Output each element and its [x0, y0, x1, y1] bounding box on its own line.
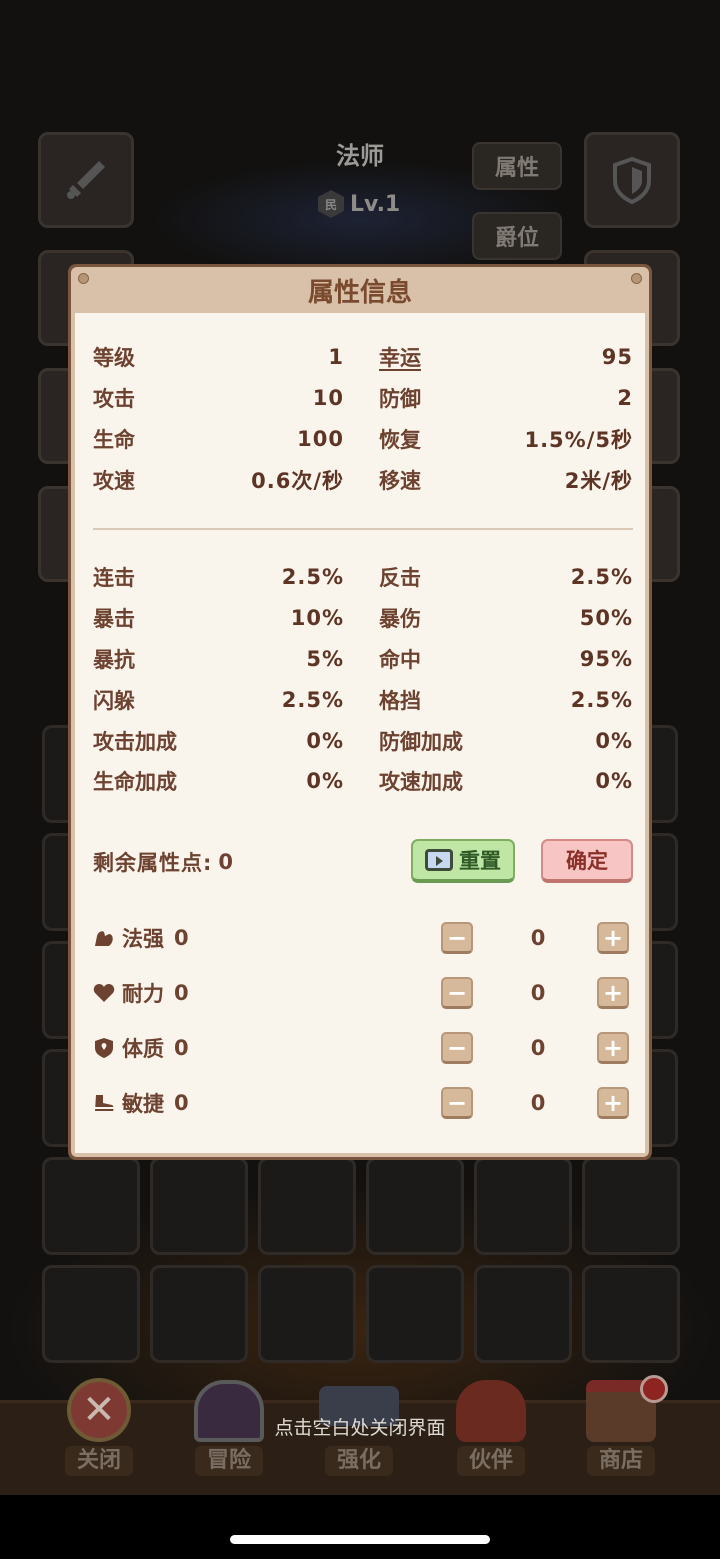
remaining-points-label: 剩余属性点: [93, 851, 213, 875]
inventory-slot[interactable] [366, 1265, 464, 1363]
allocation-row-magic-power: 法强 0 − 0 + [93, 916, 633, 960]
inventory-slot[interactable] [258, 1265, 356, 1363]
allocation-value: 0 [530, 926, 546, 950]
tap-to-close-hint: 点击空白处关闭界面 [274, 1417, 446, 1439]
inventory-slot[interactable] [474, 1265, 572, 1363]
luck-link[interactable]: 幸运 [379, 342, 421, 372]
allocation-value: 0 [530, 981, 546, 1005]
dialog-title: 属性信息 [307, 277, 412, 308]
base-stats-grid: 等级 1 幸运 95 攻击 10 防御 2 生命 100 恢复 1.5%/5秒 … [93, 337, 633, 500]
stat-crit: 暴击 10% [93, 606, 344, 632]
reset-button[interactable]: 重置 [411, 839, 515, 883]
stat-attack: 攻击 10 [93, 386, 344, 412]
stat-attack-bonus: 攻击加成 0% [93, 728, 344, 754]
remaining-points-value: 0 [218, 850, 234, 874]
attribute-info-dialog: 属性信息 等级 1 幸运 95 攻击 10 防御 2 生命 100 恢复 1.5… [68, 264, 652, 1160]
home-indicator[interactable] [230, 1535, 490, 1544]
stat-regen: 恢复 1.5%/5秒 [379, 427, 633, 452]
level-text: Lv.1 [350, 191, 401, 217]
attributes-tab-button[interactable]: 属性 [472, 142, 562, 190]
stat-counter: 反击 2.5% [379, 565, 633, 591]
stat-crit-damage: 暴伤 50% [379, 606, 633, 632]
armor-slot[interactable] [584, 132, 680, 228]
inventory-slot[interactable] [582, 1157, 680, 1255]
increase-button[interactable]: + [597, 977, 629, 1009]
allocation-row-agility: 敏捷 0 − 0 + [93, 1081, 633, 1125]
inventory-slot[interactable] [42, 1265, 140, 1363]
flexed-arm-icon [93, 927, 115, 949]
section-divider [93, 528, 633, 530]
inventory-slot[interactable] [366, 1157, 464, 1255]
title-rank-tab-button[interactable]: 爵位 [472, 212, 562, 260]
stat-level: 等级 1 [93, 345, 344, 371]
stat-attack-speed-bonus: 攻速加成 0% [379, 769, 633, 795]
decrease-button[interactable]: − [441, 977, 473, 1009]
stat-luck[interactable]: 幸运 95 [346, 337, 633, 378]
reset-label: 重置 [459, 849, 501, 873]
inventory-slot[interactable] [42, 1157, 140, 1255]
confirm-button[interactable]: 确定 [541, 839, 633, 883]
nav-label: 关闭 [64, 1446, 133, 1476]
weapon-slot[interactable] [38, 132, 134, 228]
stat-health-bonus: 生命加成 0% [93, 769, 344, 795]
increase-button[interactable]: + [597, 922, 629, 954]
boot-icon [93, 1092, 115, 1114]
increase-button[interactable]: + [597, 1087, 629, 1119]
nav-label: 冒险 [194, 1446, 263, 1476]
inventory-slot[interactable] [474, 1157, 572, 1255]
decrease-button[interactable]: − [441, 1087, 473, 1119]
allocation-value: 0 [530, 1091, 546, 1115]
stat-combo: 连击 2.5% [93, 565, 344, 591]
heart-icon [93, 982, 115, 1004]
advanced-stats-grid: 连击 2.5% 反击 2.5% 暴击 10% 暴伤 50% 暴抗 5% 命中 9… [93, 557, 633, 802]
rank-badge-icon: 民 [318, 190, 344, 218]
dialog-body: 等级 1 幸运 95 攻击 10 防御 2 生命 100 恢复 1.5%/5秒 … [75, 313, 645, 1153]
allocation-row-constitution: 体质 0 − 0 + [93, 1026, 633, 1070]
sword-icon [67, 161, 105, 199]
stat-attack-speed: 攻速 0.6次/秒 [93, 468, 344, 493]
decrease-button[interactable]: − [441, 922, 473, 954]
level-display: 民 Lv.1 [318, 190, 400, 218]
stat-crit-resist: 暴抗 5% [93, 646, 344, 672]
dialog-frame: 属性信息 等级 1 幸运 95 攻击 10 防御 2 生命 100 恢复 1.5… [71, 267, 649, 1157]
inventory-slot[interactable] [150, 1265, 248, 1363]
stat-accuracy: 命中 95% [379, 646, 633, 672]
shield-icon [93, 1037, 115, 1059]
allocation-row-stamina: 耐力 0 − 0 + [93, 971, 633, 1015]
increase-button[interactable]: + [597, 1032, 629, 1064]
decrease-button[interactable]: − [441, 1032, 473, 1064]
system-bar [0, 1495, 720, 1559]
stat-dodge: 闪躲 2.5% [93, 687, 344, 713]
stat-health: 生命 100 [93, 426, 344, 452]
video-ad-icon [425, 849, 453, 871]
remaining-points-row: 剩余属性点: 0 重置 确定 [93, 839, 633, 885]
nav-label: 强化 [324, 1446, 393, 1476]
allocation-value: 0 [530, 1036, 546, 1060]
shield-icon [613, 156, 651, 205]
inventory-slot[interactable] [258, 1157, 356, 1255]
inventory-slot[interactable] [582, 1265, 680, 1363]
nav-label: 商店 [586, 1446, 655, 1476]
stat-block: 格挡 2.5% [379, 687, 633, 713]
shop-notification-badge [640, 1375, 668, 1403]
nav-label: 伙伴 [456, 1446, 525, 1476]
stat-move-speed: 移速 2米/秒 [379, 468, 633, 493]
stat-defense-bonus: 防御加成 0% [379, 728, 633, 754]
stat-defense: 防御 2 [379, 386, 633, 412]
inventory-slot[interactable] [150, 1157, 248, 1255]
